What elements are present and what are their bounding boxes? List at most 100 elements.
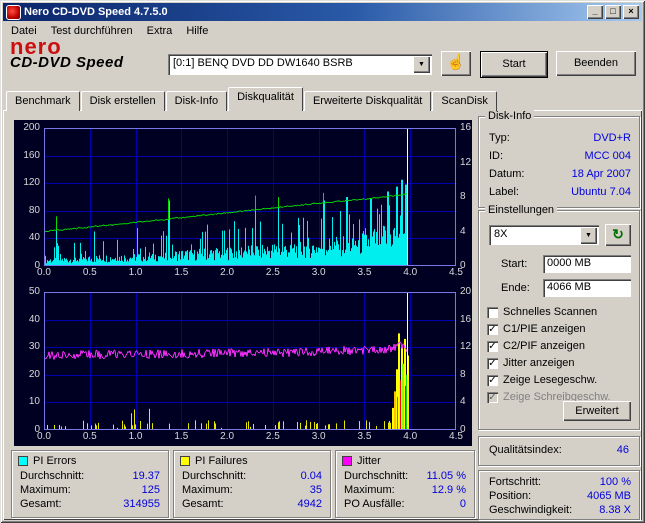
checkbox-box[interactable] (487, 306, 498, 318)
checkbox-zeige-lesegeschw[interactable]: ✓ Zeige Lesegeschw. (487, 373, 597, 387)
hand-icon: ☝ (446, 54, 466, 71)
speed-select-value: 8X (494, 228, 508, 240)
jitter-max-label: Maximum: (344, 484, 395, 496)
disk-date-value: 18 Apr 2007 (571, 168, 631, 180)
axis-tick-label: 4 (460, 396, 466, 408)
pif-avg-label: Durchschnitt: (182, 470, 247, 482)
axis-tick-label: 8 (460, 368, 466, 380)
cd-dvd-speed-logo-word: CD-DVD Speed (10, 54, 124, 71)
tab-benchmark[interactable]: Benchmark (6, 91, 80, 111)
axis-tick-label: 30 (28, 341, 40, 353)
speed-select[interactable]: 8X ▼ (489, 225, 599, 245)
axis-tick-label: 20 (28, 368, 40, 380)
progress-label: Fortschritt: (489, 476, 541, 488)
quit-button[interactable]: Beenden (556, 51, 636, 76)
tab-disk-erstellen[interactable]: Disk erstellen (80, 91, 165, 111)
pi-errors-title: PI Errors (33, 455, 77, 467)
checkbox-box[interactable]: ✓ (487, 391, 498, 403)
pif-total-label: Gesamt: (182, 498, 224, 510)
axis-tick-label: 40 (28, 313, 40, 325)
close-button[interactable]: × (623, 5, 639, 19)
quality-index-label: Qualitätsindex: (489, 444, 562, 456)
checkbox-box[interactable]: ✓ (487, 323, 498, 335)
title-bar[interactable]: Nero CD-DVD Speed 4.7.5.0 _ □ × (3, 3, 642, 21)
axis-tick-label: 3.5 (357, 267, 372, 278)
axis-tick-label: 2.0 (220, 431, 235, 442)
axis-tick-label: 40 (28, 232, 40, 244)
axis-tick-label: 160 (23, 149, 40, 161)
checkbox-c1-pie-anzeigen[interactable]: ✓ C1/PIE anzeigen (487, 322, 586, 336)
refresh-button[interactable]: ↻ (605, 224, 631, 246)
scan-end-field[interactable]: 4066 MB (543, 279, 631, 297)
jitter-panel: Jitter Durchschnitt: 11.05 % Maximum: 12.9… (335, 450, 475, 518)
scan-end-label: Ende: (501, 282, 530, 294)
refresh-icon: ↻ (612, 226, 624, 242)
minimize-button[interactable]: _ (587, 5, 603, 19)
pi-failures-title: PI Failures (195, 455, 248, 467)
advanced-button[interactable]: Erweitert (563, 401, 631, 421)
chart-panel: 200 160 120 80 40 0 16 12 8 4 0 0.0 0.5 1.0 1.5 2.0 2.5 3… (14, 120, 472, 446)
window-title: Nero CD-DVD Speed 4.7.5.0 (24, 6, 168, 18)
disk-info-group-title: Disk-Info (485, 110, 535, 122)
checkbox-c2-pif-anzeigen[interactable]: ✓ C2/PIF anzeigen (487, 339, 585, 353)
pie-avg-value: 19.37 (132, 470, 160, 482)
tab-erweiterte-diskqualitaet[interactable]: Erweiterte Diskqualität (303, 91, 432, 111)
disk-type-value: DVD+R (593, 132, 631, 144)
axis-tick-label: 0.0 (37, 431, 51, 442)
axis-tick-label: 4.0 (403, 431, 418, 442)
maximize-button[interactable]: □ (605, 5, 621, 19)
pi-failures-panel: PI Failures Durchschnitt: 0.04 Maximum: 35… (173, 450, 331, 518)
checkbox-schnelles-scannen[interactable]: Schnelles Scannen (487, 305, 597, 319)
app-icon (6, 4, 21, 20)
start-button[interactable]: Start (480, 51, 548, 78)
pie-total-value: 314955 (123, 498, 160, 510)
disk-id-label: ID: (489, 150, 504, 162)
axis-tick-label: 16 (460, 313, 472, 325)
tab-diskqualitaet[interactable]: Diskqualität (228, 87, 303, 111)
tab-page-diskqualitaet: 200 160 120 80 40 0 16 12 8 4 0 0.0 0.5 1.0 1.5 2.0 2.5 3… (3, 110, 642, 520)
disk-date-label: Datum: (489, 168, 525, 180)
axis-tick-label: 0.0 (37, 267, 51, 278)
tab-disk-info[interactable]: Disk-Info (165, 91, 228, 111)
chevron-down-icon[interactable]: ▼ (580, 227, 597, 244)
pif-max-label: Maximum: (182, 484, 233, 496)
axis-tick-label: 4.5 (449, 431, 463, 442)
pie-avg-label: Durchschnitt: (20, 470, 85, 482)
pie-speed-chart (44, 128, 456, 266)
axis-tick-label: 20 (460, 286, 472, 297)
disk-label-label: Label: (489, 186, 519, 198)
menu-hilfe[interactable]: Hilfe (179, 23, 215, 39)
chevron-down-icon[interactable]: ▼ (413, 56, 430, 73)
extra-hand-button[interactable]: ☝ (441, 51, 471, 76)
checkbox-jitter-anzeigen[interactable]: ✓ Jitter anzeigen (487, 356, 575, 370)
position-value: 4065 MB (586, 490, 631, 502)
menu-extra[interactable]: Extra (140, 23, 180, 39)
axis-tick-label: 1.5 (174, 431, 189, 442)
axis-tick-label: 0.5 (82, 431, 97, 442)
axis-tick-label: 10 (28, 396, 40, 408)
checkbox-label: Jitter anzeigen (503, 357, 575, 369)
pi-errors-panel: PI Errors Durchschnitt: 19.37 Maximum: 125… (11, 450, 169, 518)
axis-tick-label: 2.5 (265, 431, 280, 442)
axis-tick-label: 4.5 (449, 267, 463, 278)
tab-strip: Benchmark Disk erstellen Disk-Info Diskq… (6, 87, 498, 111)
axis-tick-label: 50 (28, 286, 40, 297)
axis-tick-label: 16 (460, 122, 472, 133)
pie-legend-chip (18, 456, 28, 466)
jitter-legend-chip (342, 456, 352, 466)
checkbox-box[interactable]: ✓ (487, 357, 498, 369)
pie-max-value: 125 (141, 484, 160, 496)
axis-tick-label: 12 (460, 156, 472, 168)
checkbox-box[interactable]: ✓ (487, 340, 498, 352)
scan-start-field[interactable]: 0000 MB (543, 255, 631, 273)
drive-select[interactable]: [0:1] BENQ DVD DD DW1640 BSRB ▼ (168, 54, 432, 75)
progress-group: Fortschritt: 100 % Position: 4065 MB Gesch… (478, 470, 640, 520)
axis-tick-label: 12 (460, 341, 472, 353)
nero-logo: nero CD-DVD Speed (10, 36, 124, 73)
disk-label-value: Ubuntu 7.04 (571, 186, 631, 198)
checkbox-box[interactable]: ✓ (487, 374, 498, 386)
drive-select-value: [0:1] BENQ DVD DD DW1640 BSRB (173, 57, 353, 69)
jitter-avg-value: 11.05 % (426, 470, 466, 482)
tab-scandisk[interactable]: ScanDisk (432, 91, 497, 111)
pif-avg-value: 0.04 (300, 470, 322, 482)
